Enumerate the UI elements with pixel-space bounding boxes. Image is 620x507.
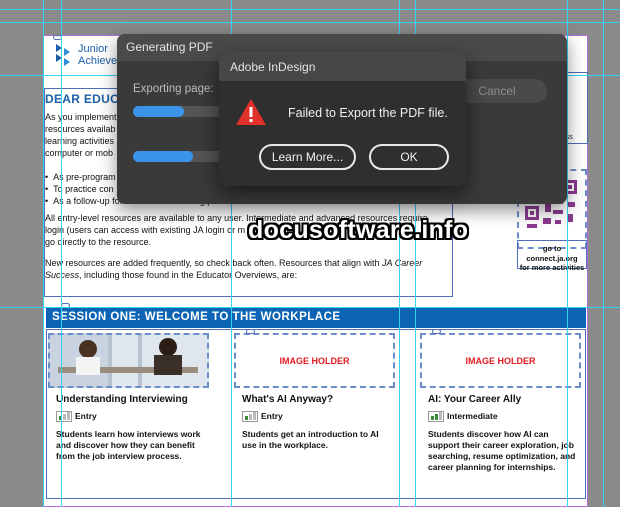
image-placeholder[interactable]: IMAGE HOLDER <box>420 333 581 388</box>
page-progress-fill <box>133 106 184 117</box>
card-3[interactable]: IMAGE HOLDER AI: Your Career Ally Interm… <box>420 333 581 491</box>
guide-line <box>0 307 620 308</box>
error-alert-dialog: Adobe InDesign Failed to Export the PDF … <box>219 52 466 186</box>
guide-line <box>0 22 620 23</box>
alert-message: Failed to Export the PDF file. <box>288 106 448 120</box>
intro-line-2: resources availab <box>45 124 116 134</box>
link-icon <box>246 329 255 334</box>
level-icon <box>242 410 258 422</box>
ja-logo: Junior Achieve <box>48 40 126 68</box>
card-1-level: Entry <box>56 410 97 422</box>
guide-line <box>43 0 44 507</box>
alert-title: Adobe InDesign <box>230 60 316 74</box>
guide-line <box>603 0 604 507</box>
intro-line-3: learning activities <box>45 136 115 146</box>
bullet-2-text: To practice con <box>53 184 114 194</box>
intro-line-4: computer or mob <box>45 148 114 158</box>
logo-line-2: Achieve <box>78 55 118 67</box>
resources-text-2: , including those found in the Educator … <box>79 270 298 280</box>
resources-italic-1: JA Career <box>382 258 423 268</box>
card-1-title: Understanding Interviewing <box>56 394 188 405</box>
level-icon <box>56 410 72 422</box>
card-2-level-label: Entry <box>261 411 283 421</box>
bullet-1-text: As pre-program <box>53 172 116 182</box>
level-icon <box>428 410 444 422</box>
card-2-level: Entry <box>242 410 283 422</box>
warning-icon <box>236 99 266 125</box>
dialog-title: Generating PDF <box>126 40 213 54</box>
bullet-1: • As pre-program <box>45 172 116 182</box>
export-status-label: Exporting page: <box>133 83 214 95</box>
guide-line <box>567 0 568 507</box>
session-title-bar: SESSION ONE: WELCOME TO THE WORKPLACE <box>46 308 586 328</box>
photo-frame[interactable] <box>48 333 209 388</box>
access-line-2: login (users can access with existing JA… <box>45 225 246 235</box>
intro-line-1: As you implement <box>45 112 117 122</box>
alert-titlebar[interactable]: Adobe InDesign <box>219 52 466 81</box>
image-placeholder[interactable]: IMAGE HOLDER <box>234 333 395 388</box>
guide-line <box>0 9 620 10</box>
qr-caption-line-1: go to connect.ja.org <box>526 244 578 263</box>
link-icon <box>432 329 441 334</box>
resources-paragraph-2: Success, including those found in the Ed… <box>45 270 297 282</box>
guide-line <box>61 0 62 507</box>
bullet-2: • To practice con <box>45 184 114 194</box>
card-1-desc: Students learn how interviews work and d… <box>56 429 201 461</box>
card-1-level-label: Entry <box>75 411 97 421</box>
ja-logo-icon <box>56 44 70 66</box>
watermark: docusoftware.info <box>248 216 469 244</box>
qr-caption: go to connect.ja.org for more activities <box>517 244 587 273</box>
card-3-level: Intermediate <box>428 410 498 422</box>
total-progress-fill <box>133 151 193 162</box>
card-3-level-label: Intermediate <box>447 411 498 421</box>
card-2-desc: Students get an introduction to AI use i… <box>242 429 379 450</box>
ok-button[interactable]: OK <box>369 144 449 170</box>
card-3-title: AI: Your Career Ally <box>428 394 522 405</box>
qr-caption-line-2: for more activities <box>519 263 585 272</box>
page-heading: DEAR EDUC <box>45 92 120 106</box>
session-title: SESSION ONE: WELCOME TO THE WORKPLACE <box>52 311 341 323</box>
resources-paragraph: New resources are added frequently, so c… <box>45 258 445 270</box>
resources-italic-2: Success <box>45 270 80 280</box>
learn-more-button[interactable]: Learn More... <box>259 144 356 170</box>
logo-line-1: Junior <box>78 43 108 55</box>
card-2-title: What's AI Anyway? <box>242 394 334 405</box>
card-2[interactable]: IMAGE HOLDER What's AI Anyway? Entry Stu… <box>234 333 395 491</box>
card-3-desc: Students discover how AI can support the… <box>428 429 576 472</box>
resources-text-1: New resources are added frequently, so c… <box>45 258 380 268</box>
